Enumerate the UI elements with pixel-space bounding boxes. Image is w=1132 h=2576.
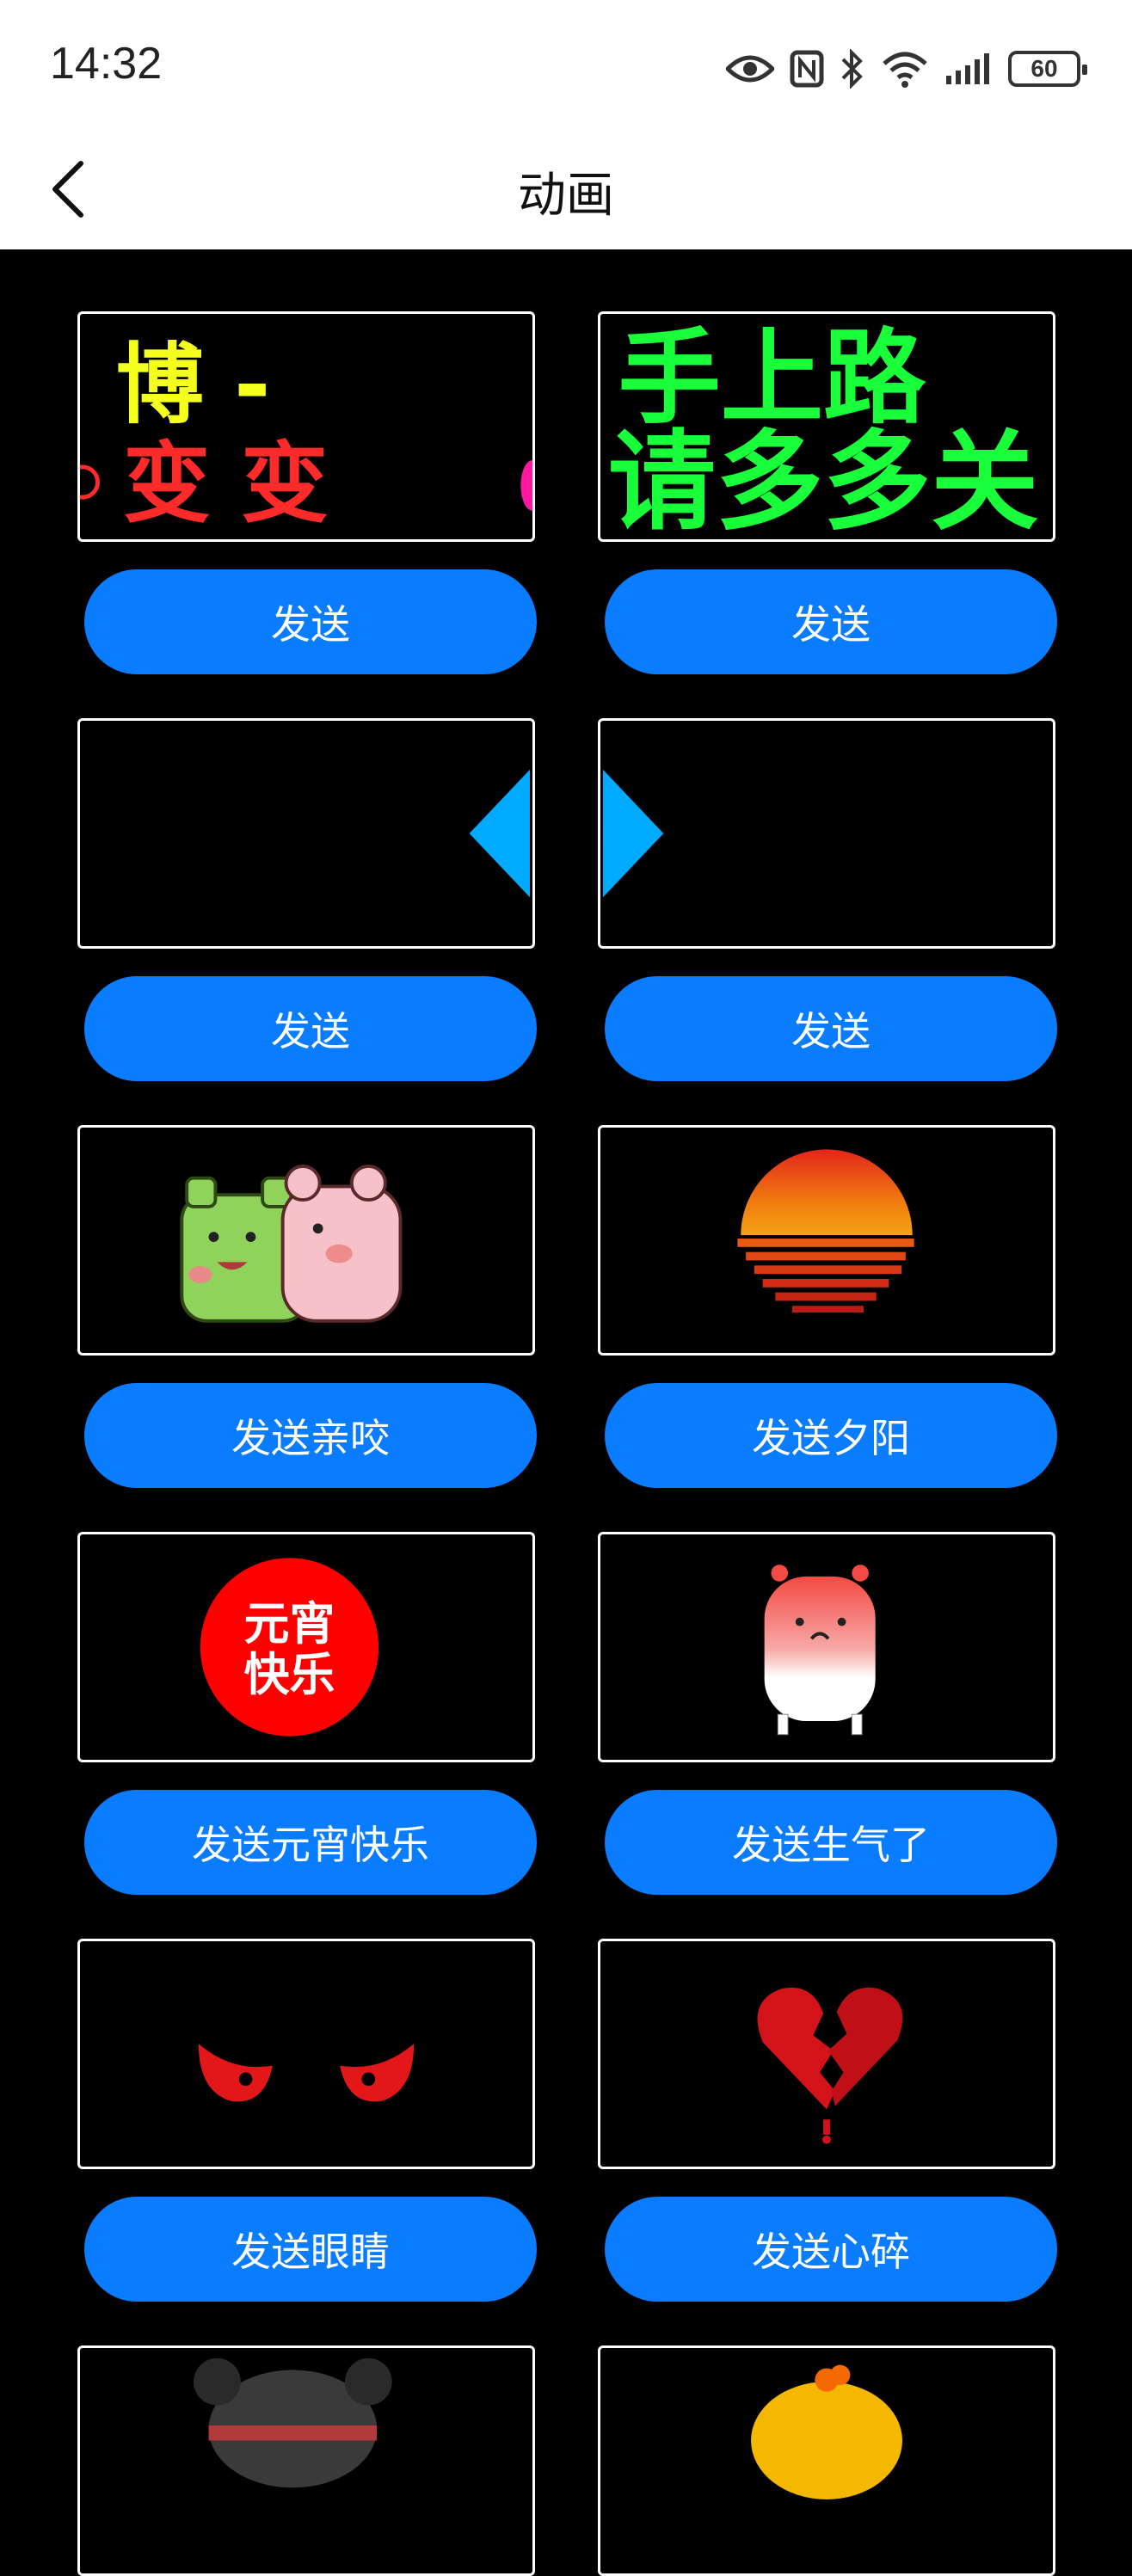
arrow-left-preview (469, 769, 531, 898)
red-eyes-icon (198, 2044, 415, 2102)
send-button-2[interactable]: 发送 (605, 569, 1057, 674)
animation-preview-9[interactable] (77, 1939, 535, 2169)
send-button-6[interactable]: 发送夕阳 (605, 1383, 1057, 1488)
eye-icon (726, 55, 774, 83)
send-button-4[interactable]: 发送 (605, 976, 1057, 1081)
badge-text-bottom: 快乐 (244, 1649, 335, 1701)
animation-preview-12[interactable] (598, 2345, 1055, 2576)
character-preview (194, 2358, 392, 2488)
yellow-chick-preview (751, 2364, 902, 2499)
badge-text-top: 元宵 (244, 1598, 335, 1651)
animation-preview-4[interactable] (598, 718, 1055, 949)
yellow-chick-icon (751, 2364, 902, 2499)
send-button-8[interactable]: 发送生气了 (605, 1790, 1057, 1895)
status-time: 14:32 (50, 39, 163, 89)
animation-preview-1[interactable]: 博 - 变 变 (77, 311, 535, 542)
send-button-3[interactable]: 发送 (84, 976, 537, 1081)
status-icons: 60 (726, 43, 1087, 95)
angry-bear-icon (764, 1565, 876, 1736)
diamond-arrow-icon (469, 769, 531, 898)
led-line2: 变 变 (123, 433, 329, 535)
led-text-preview: 手上路 请多多关 (608, 318, 1038, 539)
arrow-right-preview (602, 769, 664, 898)
led-text-preview: 博 - 变 变 (80, 334, 532, 535)
animation-preview-6[interactable] (598, 1125, 1055, 1356)
animation-preview-3[interactable] (77, 718, 535, 949)
led-dot-icon (80, 464, 100, 500)
led-dot-icon (520, 460, 532, 511)
sunset-preview (737, 1149, 914, 1313)
animation-preview-2[interactable]: 手上路 请多多关 (598, 311, 1055, 542)
animation-preview-7[interactable]: 元宵 快乐 (77, 1532, 535, 1762)
frog-bear-icon (180, 1165, 403, 1323)
angry-preview (764, 1565, 876, 1736)
send-button-1[interactable]: 发送 (84, 569, 537, 674)
broken-heart-icon (757, 1987, 903, 2144)
diamond-arrow-icon (602, 769, 664, 898)
wifi-icon (883, 52, 927, 88)
signal-icon (946, 53, 989, 84)
kiss-bite-preview (180, 1165, 403, 1323)
animation-preview-5[interactable] (77, 1125, 535, 1356)
nfc-icon (790, 50, 824, 88)
send-button-9[interactable]: 发送眼睛 (84, 2197, 537, 2302)
send-button-10[interactable]: 发送心碎 (605, 2197, 1057, 2302)
sun-icon (737, 1149, 914, 1313)
send-button-5[interactable]: 发送亲咬 (84, 1383, 537, 1488)
eyes-preview (198, 2044, 415, 2102)
animation-preview-11[interactable] (77, 2345, 535, 2576)
status-bar: 14:32 60 (0, 0, 1132, 138)
broken-heart-preview (757, 1987, 903, 2144)
character-head-icon (194, 2358, 392, 2488)
animation-preview-10[interactable] (598, 1939, 1055, 2169)
led-line2: 请多多关 (608, 420, 1038, 539)
lantern-festival-preview: 元宵 快乐 (200, 1558, 379, 1737)
page-title: 动画 (518, 168, 614, 224)
bluetooth-icon (841, 49, 863, 89)
led-line1: 博 - (116, 334, 270, 435)
battery-icon: 60 (1008, 51, 1087, 87)
animation-preview-8[interactable] (598, 1532, 1055, 1762)
send-button-7[interactable]: 发送元宵快乐 (84, 1790, 537, 1895)
